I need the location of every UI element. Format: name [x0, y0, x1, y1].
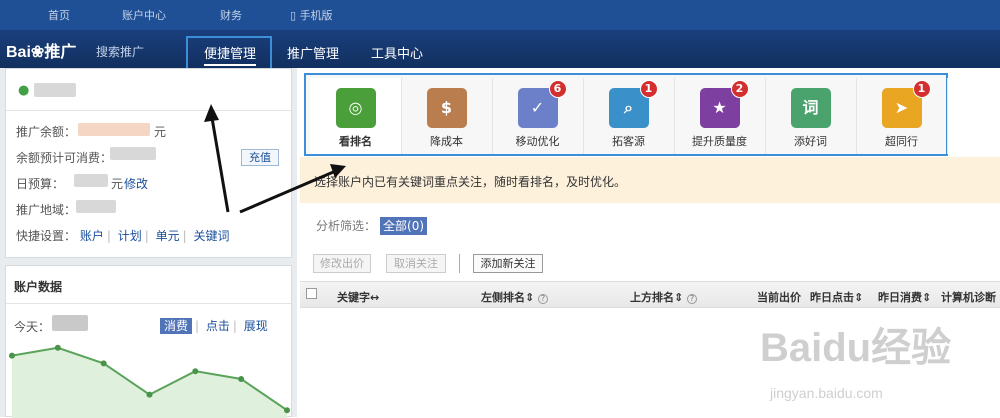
help-icon[interactable]: ? [538, 294, 549, 304]
filter-all-button[interactable]: 全部(0) [380, 217, 428, 235]
add-follow-button[interactable]: 添加新关注 [473, 254, 543, 273]
modify-bid-button[interactable]: 修改出价 [313, 254, 371, 273]
col-yesterday-clicks[interactable]: 昨日点击⇕ [810, 289, 863, 305]
col-left-rank[interactable]: 左侧排名⇕ ? [481, 289, 549, 305]
col-keyword[interactable]: 关键字↔ [337, 289, 379, 305]
col-top-rank[interactable]: 上方排名⇕ ? [630, 289, 698, 305]
col-diagnosis[interactable]: 计算机诊断 [941, 289, 996, 305]
help-icon[interactable]: ? [687, 294, 698, 304]
watermark-logo: Baidu经验 [760, 326, 952, 370]
col-current-bid[interactable]: 当前出价 [757, 289, 801, 305]
col-yesterday-spend[interactable]: 昨日消费⇕ [878, 289, 931, 305]
filter-label: 分析筛选： [316, 219, 377, 233]
table-header: 关键字↔ 左侧排名⇕ ? 上方排名⇕ ? 当前出价 昨日点击⇕ 昨日消费⇕ 计算… [300, 281, 1000, 308]
select-all-checkbox[interactable] [306, 288, 317, 299]
action-divider [459, 254, 460, 273]
cancel-follow-button[interactable]: 取消关注 [386, 254, 446, 273]
filter-row: 分析筛选： 全部(0) [316, 217, 428, 235]
watermark-url: jingyan.baidu.com [770, 385, 883, 401]
